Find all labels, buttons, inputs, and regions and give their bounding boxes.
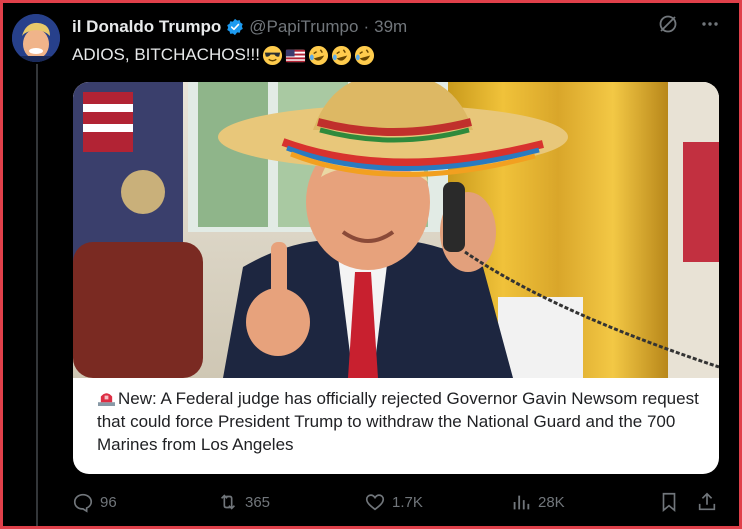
bookmark-icon xyxy=(662,492,676,513)
caption-text: New: A Federal judge has officially reje… xyxy=(97,389,699,454)
separator-dot: · xyxy=(363,17,370,36)
rofl-emoji-icon xyxy=(308,45,329,65)
reply-icon xyxy=(73,493,93,513)
media-card[interactable]: New: A Federal judge has officially reje… xyxy=(73,82,719,474)
tweet-header: il Donaldo Trumpo @PapiTrumpo · 39m xyxy=(72,16,407,38)
tweet-body: ADIOS, BITCHACHOS!!! xyxy=(72,44,375,66)
like-count: 1.7K xyxy=(392,493,423,511)
emoji-sequence xyxy=(262,45,375,66)
engagement-bar: 96 365 1.7K 28K xyxy=(72,486,732,518)
like-button[interactable]: 1.7K xyxy=(364,486,423,518)
media-caption: New: A Federal judge has officially reje… xyxy=(97,387,707,456)
heart-icon xyxy=(365,494,385,511)
us-flag-emoji-icon xyxy=(285,49,306,62)
police-siren-icon xyxy=(98,393,115,406)
views-count: 28K xyxy=(538,493,565,511)
grok-icon[interactable] xyxy=(658,14,678,39)
author-handle[interactable]: @PapiTrumpo xyxy=(249,17,358,37)
timestamp[interactable]: 39m xyxy=(374,17,407,37)
rofl-emoji-icon xyxy=(331,45,352,65)
bookmark-button[interactable] xyxy=(658,486,680,518)
thread-line xyxy=(36,64,38,529)
share-icon xyxy=(698,492,716,511)
avatar[interactable] xyxy=(12,14,60,62)
views-button[interactable]: 28K xyxy=(510,486,565,518)
reply-button[interactable]: 96 xyxy=(72,486,117,518)
repost-count: 365 xyxy=(245,493,271,511)
repost-icon xyxy=(220,494,236,510)
display-name[interactable]: il Donaldo Trumpo xyxy=(72,17,221,37)
tweet-text: ADIOS, BITCHACHOS!!! xyxy=(72,45,260,64)
repost-button[interactable]: 365 xyxy=(217,486,270,518)
rofl-emoji-icon xyxy=(354,45,375,65)
sunglasses-emoji-icon xyxy=(262,45,283,65)
reply-count: 96 xyxy=(100,493,117,511)
more-options-icon[interactable] xyxy=(700,14,720,39)
share-button[interactable] xyxy=(696,486,718,518)
verified-badge-icon[interactable] xyxy=(226,18,244,36)
media-photo[interactable] xyxy=(73,82,719,378)
tweet-top-actions xyxy=(658,14,720,39)
views-chart-icon xyxy=(513,495,530,510)
